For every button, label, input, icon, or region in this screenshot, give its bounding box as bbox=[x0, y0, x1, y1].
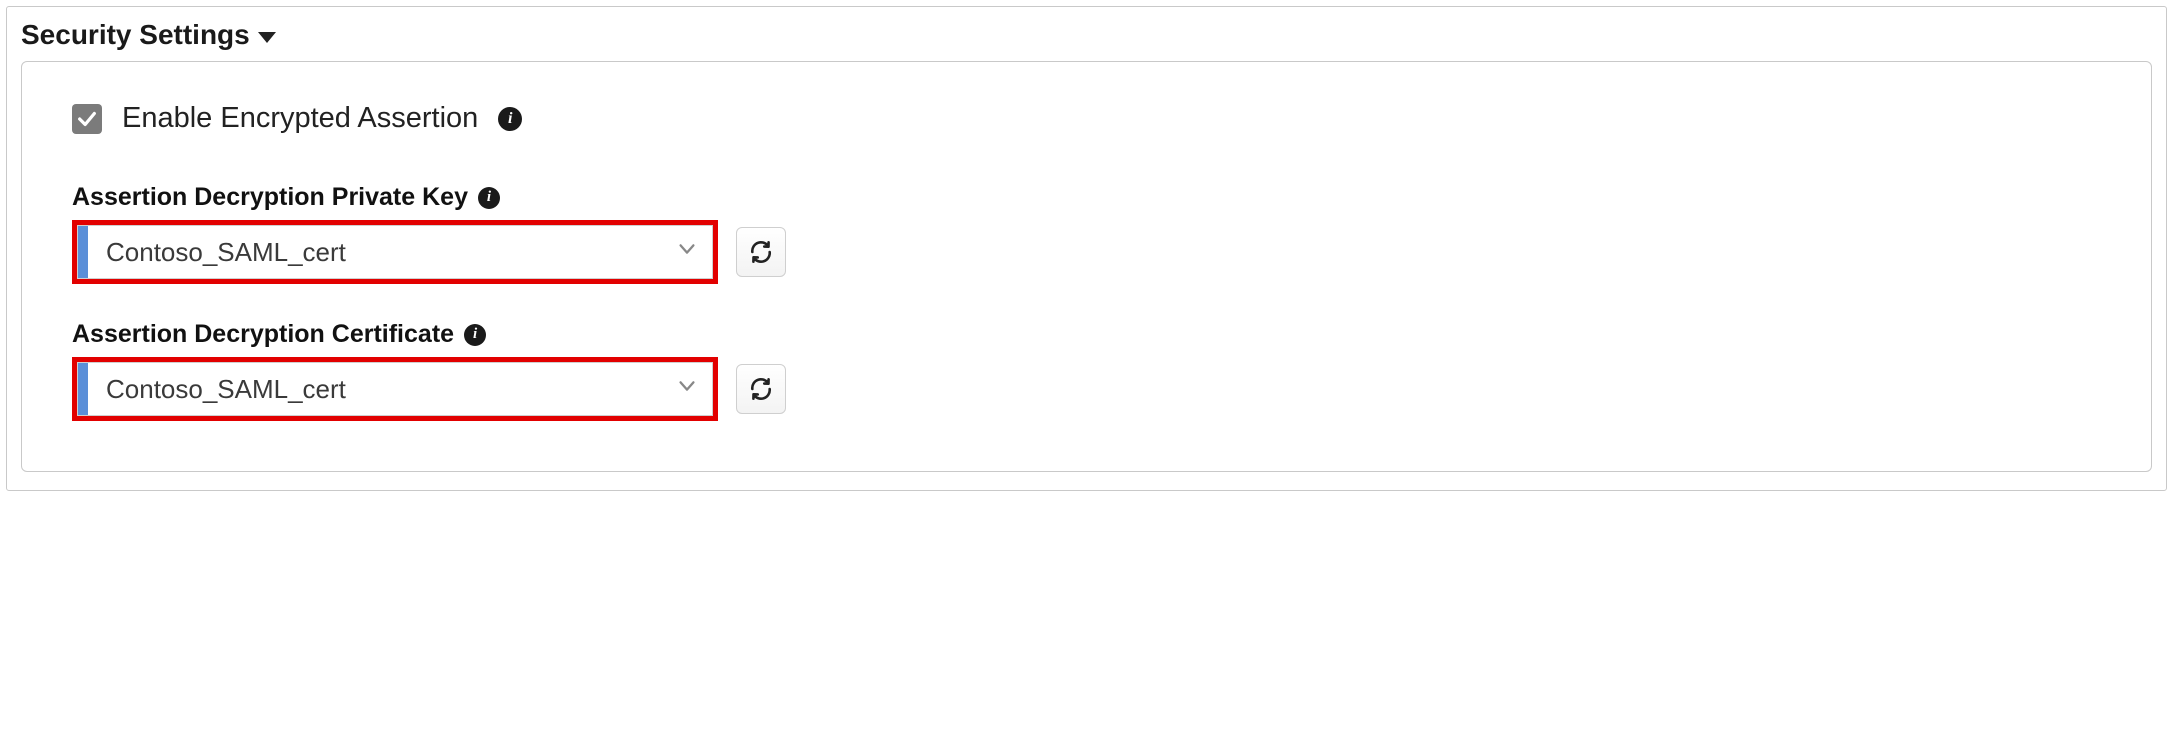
highlight-box: Contoso_SAML_cert bbox=[72, 357, 718, 421]
enable-encrypted-assertion-row: Enable Encrypted Assertion i bbox=[72, 102, 2101, 135]
info-icon[interactable]: i bbox=[464, 324, 486, 346]
chevron-down-icon bbox=[676, 238, 698, 266]
section-title: Security Settings bbox=[21, 19, 250, 51]
security-settings-panel: Enable Encrypted Assertion i Assertion D… bbox=[21, 61, 2152, 472]
certificate-label-row: Assertion Decryption Certificate i bbox=[72, 320, 2101, 349]
certificate-value: Contoso_SAML_cert bbox=[106, 374, 670, 405]
enable-encrypted-assertion-label: Enable Encrypted Assertion bbox=[122, 102, 478, 135]
private-key-select-row: Contoso_SAML_cert bbox=[72, 220, 2101, 284]
highlight-box: Contoso_SAML_cert bbox=[72, 220, 718, 284]
select-accent-bar bbox=[78, 363, 88, 415]
enable-encrypted-assertion-checkbox[interactable] bbox=[72, 104, 102, 134]
certificate-field: Assertion Decryption Certificate i Conto… bbox=[72, 320, 2101, 421]
chevron-down-icon bbox=[676, 375, 698, 403]
refresh-icon bbox=[748, 239, 774, 265]
certificate-refresh-button[interactable] bbox=[736, 364, 786, 414]
private-key-value: Contoso_SAML_cert bbox=[106, 237, 670, 268]
certificate-select[interactable]: Contoso_SAML_cert bbox=[77, 362, 713, 416]
info-icon[interactable]: i bbox=[478, 187, 500, 209]
select-accent-bar bbox=[78, 226, 88, 278]
private-key-label-row: Assertion Decryption Private Key i bbox=[72, 183, 2101, 212]
caret-down-icon bbox=[258, 32, 276, 43]
private-key-field: Assertion Decryption Private Key i Conto… bbox=[72, 183, 2101, 284]
checkmark-icon bbox=[76, 108, 98, 130]
refresh-icon bbox=[748, 376, 774, 402]
info-icon[interactable]: i bbox=[498, 107, 522, 131]
private-key-refresh-button[interactable] bbox=[736, 227, 786, 277]
outer-container: Security Settings Enable Encrypted Asser… bbox=[6, 6, 2167, 491]
certificate-label: Assertion Decryption Certificate bbox=[72, 320, 454, 349]
section-header[interactable]: Security Settings bbox=[21, 19, 2152, 51]
private-key-label: Assertion Decryption Private Key bbox=[72, 183, 468, 212]
certificate-select-row: Contoso_SAML_cert bbox=[72, 357, 2101, 421]
private-key-select[interactable]: Contoso_SAML_cert bbox=[77, 225, 713, 279]
